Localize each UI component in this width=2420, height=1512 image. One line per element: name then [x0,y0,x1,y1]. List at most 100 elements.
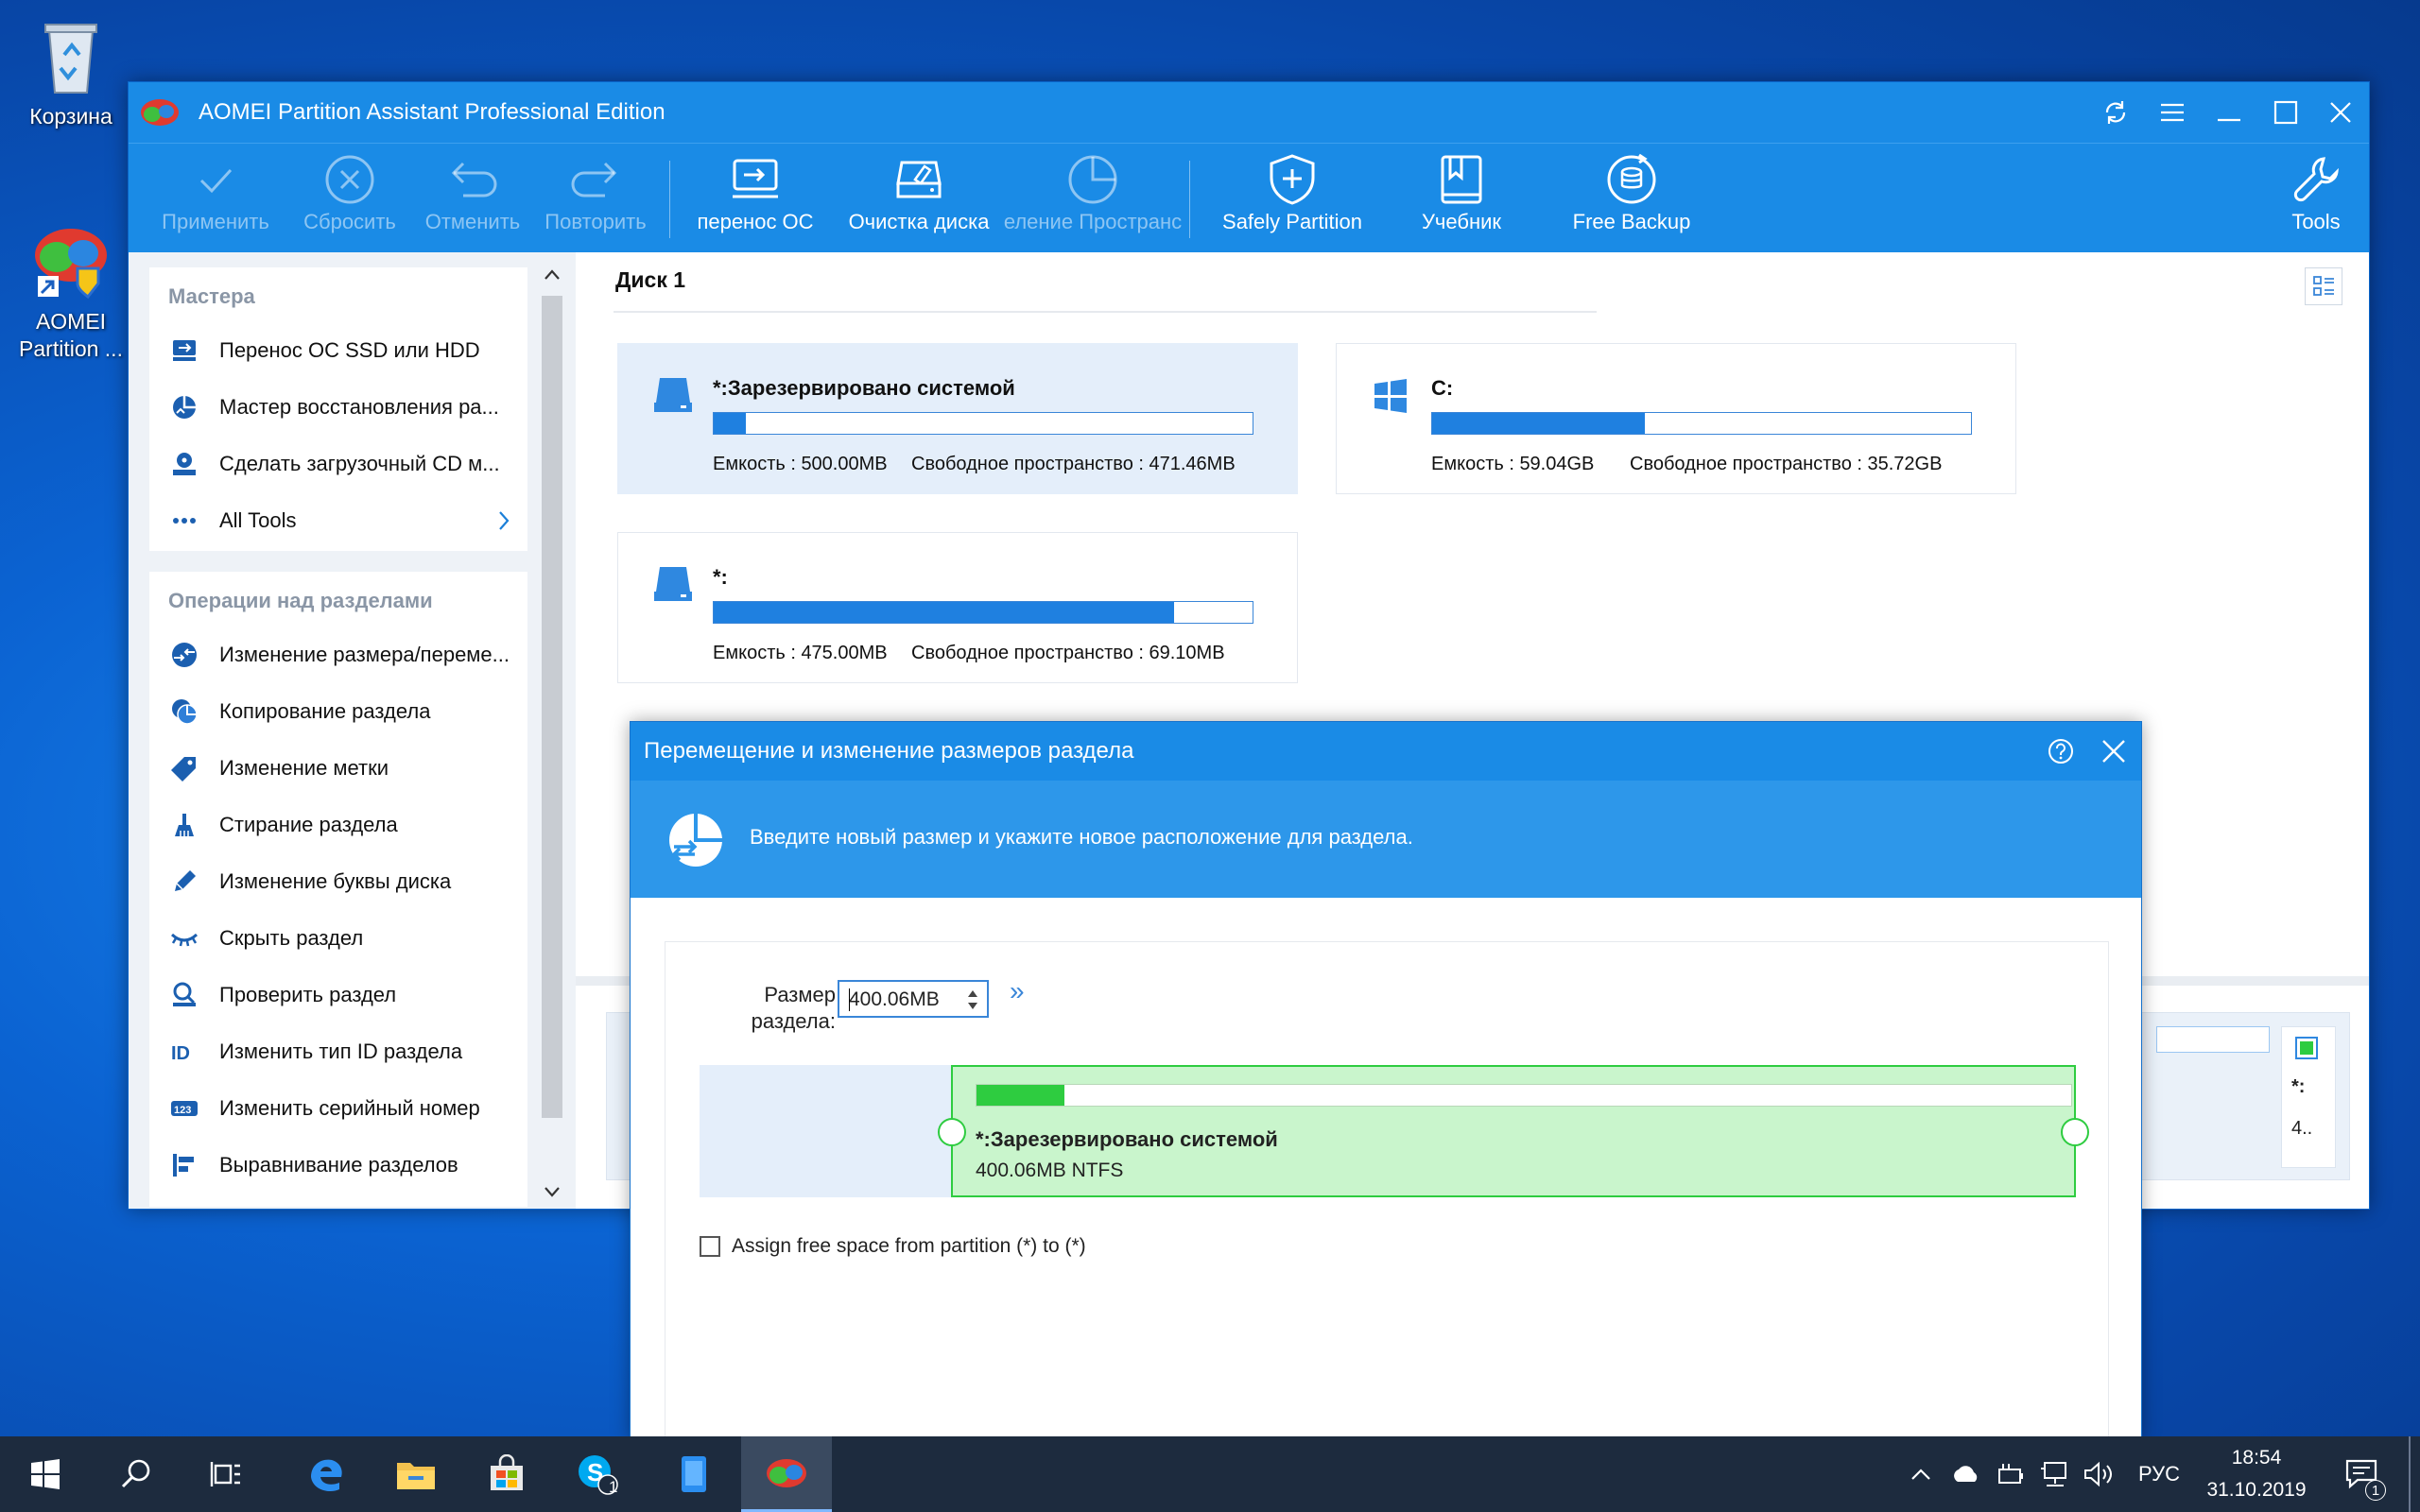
phone-app-icon[interactable] [648,1436,739,1512]
expand-options-button[interactable]: » [1010,976,1025,1006]
sidebar-item-label: Изменить серийный номер [219,1096,480,1120]
operations-title: Операции над разделами [168,589,433,612]
sidebar-item-migrate-os[interactable]: Перенос ОС SSD или HDD [149,322,527,379]
wipe-disk-button[interactable]: Очистка диска [841,144,996,253]
resize-partition-icon [168,639,200,671]
partition-usage-bar [1431,412,1972,435]
spin-arrows-icon[interactable] [966,986,979,1019]
sidebar-scrollbar[interactable] [537,267,567,1216]
tutorial-button[interactable]: Учебник [1392,144,1531,253]
onedrive-icon[interactable] [1945,1436,1987,1512]
sidebar-item-bootable-cd[interactable]: Сделать загрузочный CD м... [149,436,527,492]
clock[interactable]: 18:54 31.10.2019 [2195,1436,2318,1512]
partition-card-c[interactable]: C: Емкость : 59.04GB Свободное пространс… [1336,343,2016,494]
sidebar-item-check-partition[interactable]: Проверить раздел [149,967,527,1023]
wizards-title: Мастера [168,284,255,308]
sidebar-item-label: Перенос ОС SSD или HDD [219,338,480,362]
dialog-close-button[interactable] [2100,737,2128,772]
apply-button[interactable]: Применить [155,144,276,253]
sidebar-item-align-partitions[interactable]: Выравнивание разделов [149,1137,527,1194]
desktop-icon-recycle-bin[interactable]: Корзина [0,13,142,130]
sidebar-item-partition-recovery[interactable]: Мастер восстановления ра... [149,379,527,436]
assign-free-space-option[interactable]: Assign free space from partition (*) to … [700,1235,1086,1258]
disk-title: Диск 1 [615,267,686,292]
edge-browser-icon[interactable] [280,1436,371,1512]
sidebar-item-label: Стирание раздела [219,813,398,836]
help-icon[interactable] [2047,737,2075,772]
sidebar-item-label: All Tools [219,508,297,532]
copy-partition-icon [168,696,200,728]
title-bar: AOMEI Partition Assistant Professional E… [129,82,2369,143]
partition-card-unlettered[interactable]: *: Емкость : 475.00MB Свободное простран… [617,532,1298,683]
view-toggle-icon[interactable] [2305,267,2342,305]
notification-center-icon[interactable]: 1 [2335,1436,2388,1512]
sidebar-item-label: Изменение метки [219,756,389,780]
chevron-up-icon[interactable] [1902,1436,1940,1512]
right-resize-handle[interactable] [2061,1118,2089,1146]
sidebar-item-all-tools[interactable]: All Tools [149,492,527,549]
assign-free-space-checkbox[interactable] [700,1236,720,1257]
safely-partition-button[interactable]: Safely Partition [1206,144,1378,253]
aomei-taskbar-button[interactable] [741,1436,832,1512]
left-resize-handle[interactable] [938,1118,966,1146]
close-button[interactable] [2312,82,2369,143]
svg-text:ID: ID [171,1043,190,1063]
redo-button[interactable]: Повторить [535,144,656,253]
usage-fill [1432,413,1646,434]
dialog-content: Размер раздела: 400.06MB » *:Зарезервиро… [665,941,2109,1452]
taskbar: S 1 РУС 18:54 31.10.2019 1 [0,1436,2420,1512]
migrate-icon [168,335,200,367]
battery-icon[interactable] [1991,1436,2032,1512]
wipe-disk-label: Очистка диска [848,210,990,233]
store-icon[interactable] [461,1436,552,1512]
discard-icon [324,149,375,210]
pie-chart-icon [1067,149,1118,210]
show-desktop-button[interactable] [2409,1436,2411,1512]
menu-icon[interactable] [2144,82,2201,143]
sidebar-item-change-label[interactable]: Изменение метки [149,740,527,797]
tools-button[interactable]: Tools [2269,144,2363,253]
sidebar-item-change-drive-letter[interactable]: Изменение буквы диска [149,853,527,910]
sidebar-item-hide-partition[interactable]: Скрыть раздел [149,910,527,967]
partition-card-reserved[interactable]: *:Зарезервировано системой Емкость : 500… [617,343,1298,494]
chevron-down-icon[interactable] [544,1184,561,1204]
partition-name: C: [1431,376,1454,400]
skype-icon[interactable]: S 1 [552,1436,643,1512]
allocate-space-button[interactable]: еление Пространс [1004,144,1182,253]
language-indicator[interactable]: РУС [2131,1436,2187,1512]
wrench-icon [2290,149,2342,210]
sidebar-item-change-type-id[interactable]: ID Изменить тип ID раздела [149,1023,527,1080]
task-view-icon[interactable] [182,1436,272,1512]
network-icon[interactable] [2034,1436,2076,1512]
desktop-icon-label: AOMEI Partition ... [19,309,123,361]
desktop-icon-aomei[interactable]: AOMEI Partition ... [0,219,142,363]
capacity-text: Емкость : 59.04GB [1431,454,1595,474]
refresh-icon[interactable] [2087,82,2144,143]
file-explorer-icon[interactable] [371,1436,461,1512]
disk-map-bar [2156,1026,2270,1053]
undo-button[interactable]: Отменить [412,144,533,253]
sidebar-item-change-serial[interactable]: 123 Изменить серийный номер [149,1080,527,1137]
sidebar-item-label: Мастер восстановления ра... [219,395,499,419]
scroll-thumb[interactable] [542,296,562,1118]
volume-icon[interactable] [2078,1436,2119,1512]
allocate-space-label: еление Пространс [1004,210,1182,233]
maximize-button[interactable] [2257,82,2314,143]
free-backup-button[interactable]: Free Backup [1545,144,1719,253]
size-spinbox[interactable]: 400.06MB [838,980,989,1018]
sidebar-item-copy-partition[interactable]: Копирование раздела [149,683,527,740]
start-button[interactable] [0,1436,91,1512]
sidebar-item-label: Проверить раздел [219,983,397,1006]
sidebar-item-resize-move[interactable]: Изменение размера/переме... [149,627,527,683]
partition-block[interactable]: *:Зарезервировано системой 400.06MB NTFS [938,1065,2089,1197]
discard-button[interactable]: Сбросить [289,144,410,253]
migrate-os-button[interactable]: перенос ОС [686,144,824,253]
pencil-icon [168,866,200,898]
disk-map-partition[interactable]: *: 4.. [2281,1026,2336,1168]
minimize-button[interactable] [2201,82,2257,143]
partition-info: 400.06MB NTFS [976,1160,1124,1181]
search-icon[interactable] [91,1436,182,1512]
chevron-up-icon[interactable] [544,267,561,287]
assign-free-space-label: Assign free space from partition (*) to … [732,1235,1086,1257]
sidebar-item-wipe-partition[interactable]: Стирание раздела [149,797,527,853]
